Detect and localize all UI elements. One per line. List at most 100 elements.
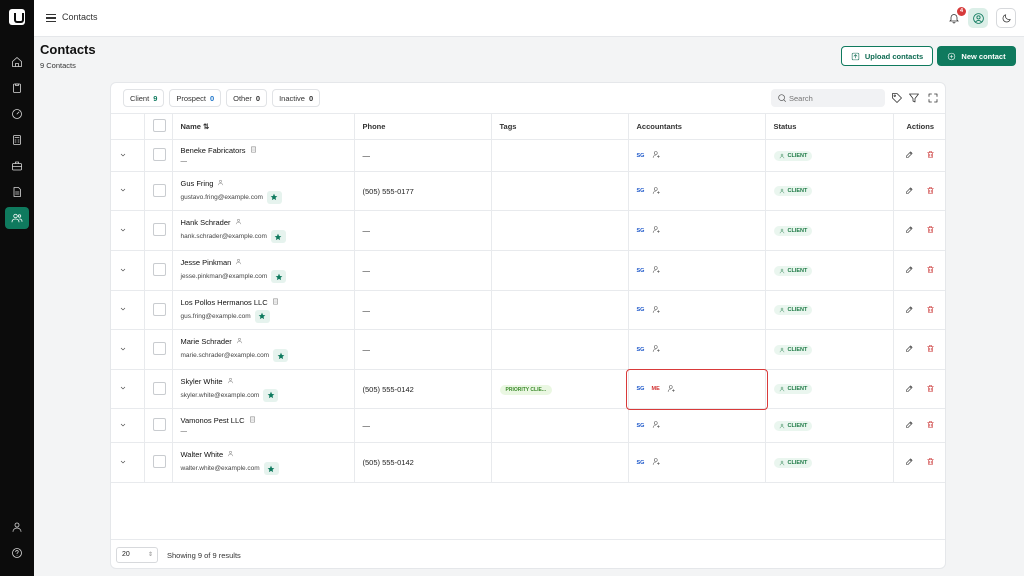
search-input[interactable]: [789, 91, 879, 105]
contact-name[interactable]: Gus Fring: [181, 179, 214, 188]
table-row[interactable]: Walter White walter.white@example.com (505…: [111, 442, 945, 483]
row-checkbox[interactable]: [152, 381, 166, 395]
edit-icon[interactable]: [905, 265, 914, 276]
table-row[interactable]: Vamonos Pest LLC — — SG CLIENT: [111, 408, 945, 443]
document-icon[interactable]: [5, 181, 29, 203]
table-row[interactable]: Hank Schrader hank.schrader@example.com — S…: [111, 210, 945, 251]
star-icon[interactable]: [273, 349, 289, 362]
row-checkbox[interactable]: [152, 455, 166, 468]
add-accountant-icon[interactable]: [652, 420, 661, 431]
row-checkbox[interactable]: [152, 148, 166, 161]
table-row[interactable]: Gus Fring gustavo.fring@example.com (505) …: [111, 171, 945, 211]
table-row[interactable]: Marie Schrader marie.schrader@example.com…: [111, 329, 945, 370]
star-icon[interactable]: [263, 462, 279, 475]
trash-icon[interactable]: [926, 305, 935, 316]
home-icon[interactable]: [5, 51, 29, 73]
row-checkbox[interactable]: [152, 302, 166, 316]
clipboard-icon[interactable]: [5, 77, 29, 99]
star-icon[interactable]: [270, 230, 286, 243]
col-name[interactable]: Name ⇅: [172, 113, 355, 140]
chevron-down-icon[interactable]: [119, 346, 127, 355]
trash-icon[interactable]: [926, 265, 935, 276]
edit-icon[interactable]: [905, 420, 914, 431]
help-icon[interactable]: [5, 542, 29, 564]
contact-name[interactable]: Vamonos Pest LLC: [181, 416, 245, 425]
contact-name[interactable]: Walter White: [181, 450, 224, 459]
trash-icon[interactable]: [926, 420, 935, 431]
edit-icon[interactable]: [905, 225, 914, 236]
contact-name[interactable]: Jesse Pinkman: [181, 258, 232, 267]
chevron-down-icon[interactable]: [119, 187, 127, 196]
chevron-down-icon[interactable]: [119, 152, 127, 161]
edit-icon[interactable]: [905, 384, 914, 395]
new-contact-button[interactable]: New contact: [937, 46, 1016, 66]
accountant-avatar[interactable]: SG: [637, 307, 649, 313]
filter-icon[interactable]: [908, 91, 920, 103]
star-icon[interactable]: [254, 309, 270, 323]
user-icon[interactable]: [5, 516, 29, 538]
contact-name[interactable]: Skyler White: [181, 377, 223, 386]
calculator-icon[interactable]: [5, 129, 29, 151]
profile-icon[interactable]: [968, 8, 988, 28]
chevron-down-icon[interactable]: [119, 385, 127, 394]
filter-inactive[interactable]: Inactive 0: [272, 89, 321, 107]
moon-icon[interactable]: [996, 8, 1016, 28]
contact-name[interactable]: Hank Schrader: [181, 218, 231, 227]
chevron-down-icon[interactable]: [119, 422, 127, 431]
accountant-avatar[interactable]: SG: [637, 228, 649, 234]
tag-icon[interactable]: [891, 91, 903, 103]
select-all-checkbox[interactable]: [152, 119, 166, 132]
upload-contacts-button[interactable]: Upload contacts: [841, 46, 933, 66]
page-size-select[interactable]: 20: [116, 547, 158, 563]
add-accountant-icon[interactable]: [652, 225, 661, 236]
accountant-avatar[interactable]: SG: [637, 423, 649, 429]
trash-icon[interactable]: [926, 344, 935, 355]
star-icon[interactable]: [266, 190, 282, 204]
edit-icon[interactable]: [905, 305, 914, 316]
star-icon[interactable]: [263, 388, 279, 402]
edit-icon[interactable]: [905, 150, 914, 161]
contact-name[interactable]: Marie Schrader: [181, 337, 232, 346]
contact-name[interactable]: Los Pollos Hermanos LLC: [181, 298, 268, 307]
row-checkbox[interactable]: [152, 223, 166, 236]
star-icon[interactable]: [271, 270, 287, 283]
add-accountant-icon[interactable]: [652, 305, 661, 316]
chevron-down-icon[interactable]: [119, 227, 127, 236]
filter-other[interactable]: Other 0: [226, 89, 268, 107]
trash-icon[interactable]: [926, 225, 935, 236]
add-accountant-icon[interactable]: [652, 265, 661, 276]
bell-icon[interactable]: 4: [948, 7, 966, 25]
accountant-avatar[interactable]: SG: [637, 347, 649, 353]
trash-icon[interactable]: [926, 384, 935, 395]
tag-badge[interactable]: PRIORITY CLIE...: [499, 384, 552, 395]
row-checkbox[interactable]: [152, 183, 166, 197]
expand-icon[interactable]: [927, 91, 939, 103]
accountant-avatar[interactable]: SG: [637, 153, 649, 159]
trash-icon[interactable]: [926, 150, 935, 161]
gauge-icon[interactable]: [5, 103, 29, 125]
filter-client[interactable]: Client 9: [123, 89, 165, 107]
table-row[interactable]: Los Pollos Hermanos LLC gus.fring@example…: [111, 290, 945, 330]
table-row[interactable]: Jesse Pinkman jesse.pinkman@example.com — S…: [111, 250, 945, 291]
row-checkbox[interactable]: [152, 418, 166, 431]
add-accountant-icon[interactable]: [652, 186, 661, 197]
filter-prospect[interactable]: Prospect 0: [169, 89, 222, 107]
row-checkbox[interactable]: [152, 263, 166, 276]
edit-icon[interactable]: [905, 457, 914, 468]
edit-icon[interactable]: [905, 186, 914, 197]
menu-icon[interactable]: [46, 12, 56, 24]
accountant-avatar[interactable]: SG: [637, 268, 649, 274]
edit-icon[interactable]: [905, 344, 914, 355]
app-logo[interactable]: [9, 9, 25, 25]
briefcase-icon[interactable]: [5, 155, 29, 177]
chevron-down-icon[interactable]: [119, 267, 127, 276]
contact-name[interactable]: Beneke Fabricators: [181, 146, 246, 155]
add-accountant-icon[interactable]: [652, 344, 661, 355]
add-accountant-icon[interactable]: [652, 150, 661, 161]
add-accountant-icon[interactable]: [667, 384, 676, 395]
chevron-down-icon[interactable]: [119, 306, 127, 315]
chevron-down-icon[interactable]: [119, 459, 127, 468]
accountant-avatar[interactable]: SG: [637, 460, 649, 466]
trash-icon[interactable]: [926, 457, 935, 468]
row-checkbox[interactable]: [152, 342, 166, 355]
